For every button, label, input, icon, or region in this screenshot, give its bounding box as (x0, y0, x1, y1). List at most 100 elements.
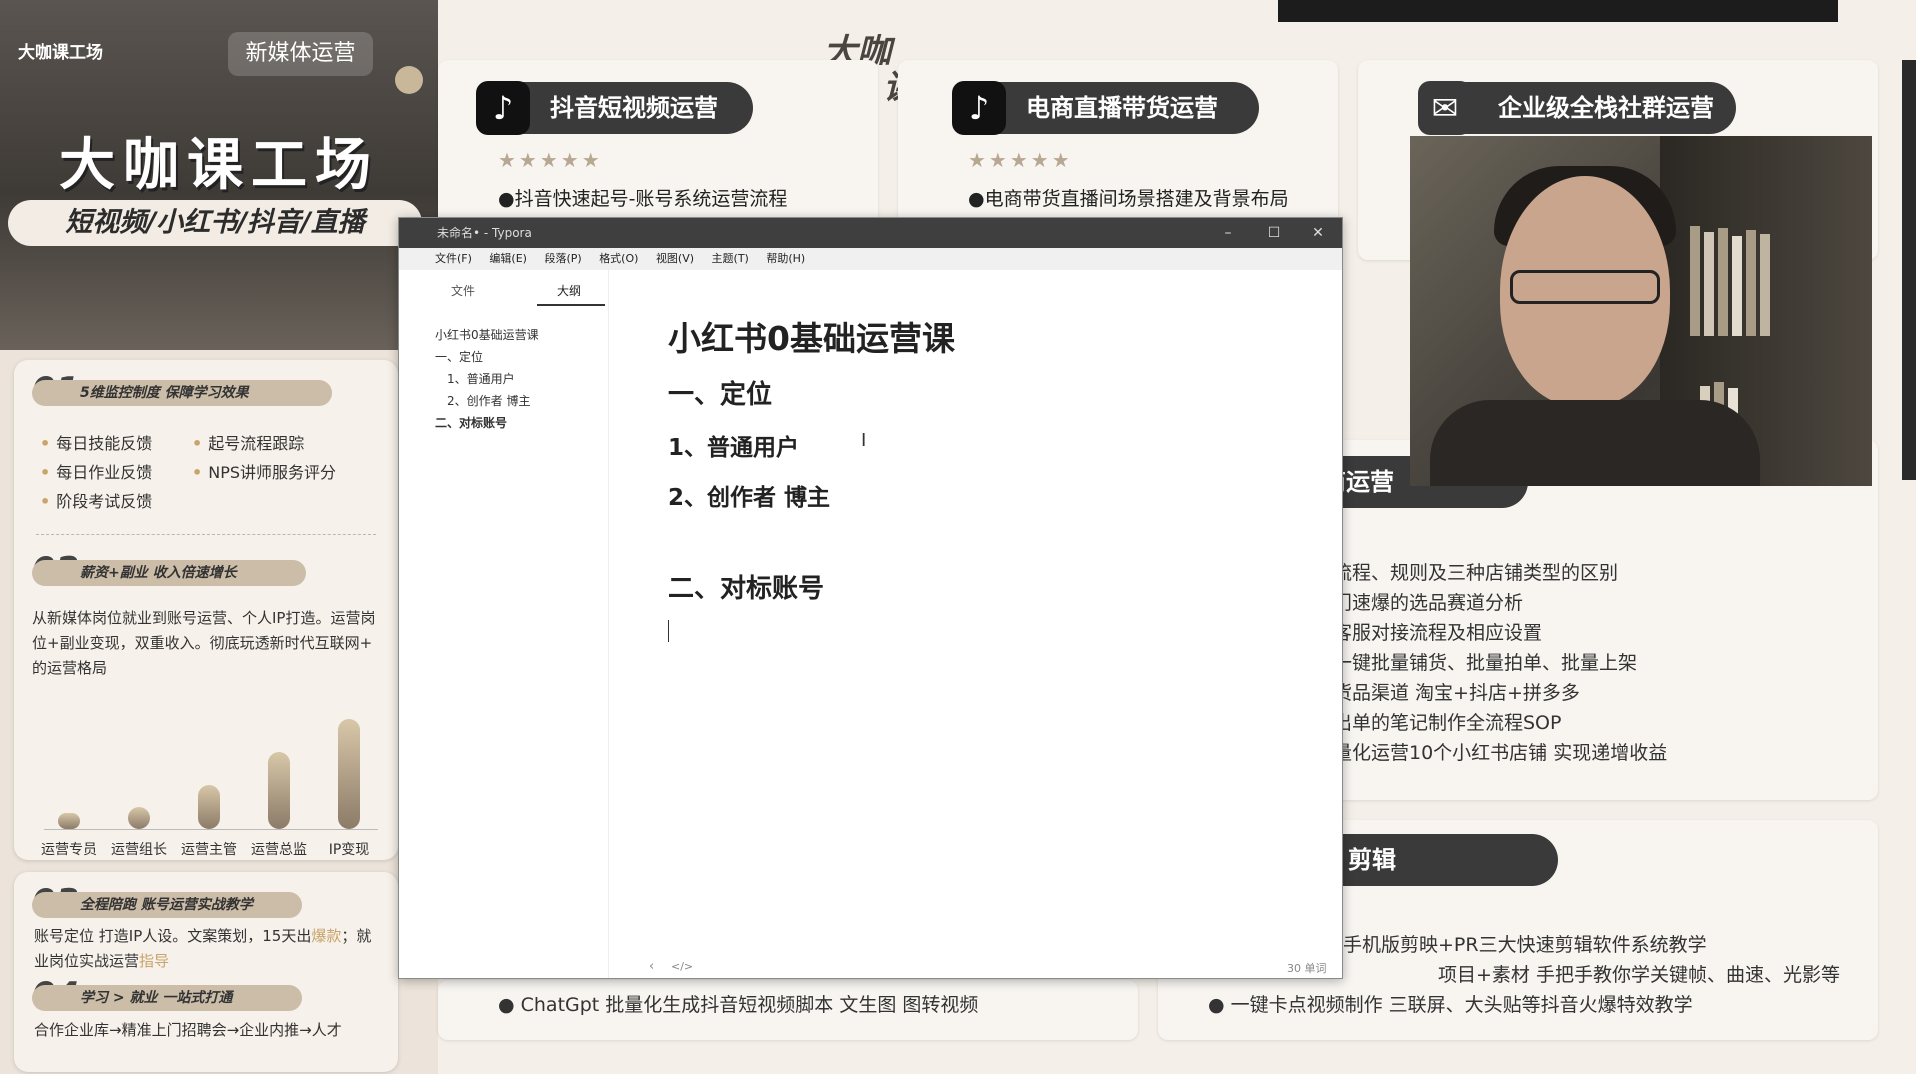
tab-files[interactable]: 文件 (451, 282, 475, 299)
outline-item-active[interactable]: 二、对标账号 (435, 414, 507, 431)
chart-x-label: 运营总监 (251, 842, 307, 858)
maximize-button[interactable]: ☐ (1251, 218, 1297, 248)
book (1690, 226, 1700, 336)
section-tag-label: 学习 > 就业 一站式打通 (80, 990, 233, 1006)
menu-edit[interactable]: 编辑(E) (489, 252, 527, 265)
chart-x-label: IP变现 (328, 842, 370, 858)
active-tab-indicator (537, 304, 605, 306)
rating-stars: ★★★★★ (498, 148, 603, 172)
section-tag: 5维监控制度 保障学习效果 (32, 380, 332, 406)
doc-heading-3[interactable]: 1、普通用户 (668, 428, 799, 462)
toggle-sidebar-icon[interactable]: ‹ (649, 959, 654, 974)
menu-theme[interactable]: 主题(T) (712, 252, 749, 265)
menu-format[interactable]: 格式(O) (599, 252, 638, 265)
list-item: • 阶段考试反馈 (40, 492, 153, 511)
list-item: • 每日作业反馈 (40, 463, 153, 482)
presenter-shirt (1430, 400, 1760, 486)
rating-stars: ★★★★★ (968, 148, 1073, 172)
editor-area[interactable]: 小红书0基础运营课 一、定位 1、普通用户 2、创作者 博主 二、对标账号 I (609, 270, 1342, 954)
list-item: • 每日技能反馈 (40, 434, 153, 453)
edit-title-pill: 剪辑 (1318, 834, 1558, 886)
section-tag: 薪资+副业 收入倍速增长 (32, 560, 306, 586)
chart-bar (198, 785, 220, 829)
list-item: 一键批量铺货、批量拍单、批量上架 (1333, 652, 1638, 674)
source-mode-icon[interactable]: </> (671, 960, 693, 973)
banner-header: 大咖课工场 新媒体运营 大咖课工场 短视频/小红书/抖音/直播 (0, 0, 438, 350)
doc-heading-2[interactable]: 一、定位 (668, 374, 772, 411)
outline-sidebar: 文件 大纲 小红书0基础运营课 一、定位 1、普通用户 2、创作者 博主 二、对… (399, 270, 609, 978)
outline-item[interactable]: 一、定位 (435, 348, 483, 365)
course-point: ●抖音快速起号-账号系统运营流程 (498, 188, 788, 210)
text-cursor (668, 620, 669, 642)
chart-baseline (44, 829, 378, 830)
tiktok-icon: ♪ (952, 81, 1006, 135)
list-item: ● 一键卡点视频制作 三联屏、大头贴等抖音火爆特效教学 (1208, 994, 1693, 1016)
window-title: 未命名• - Typora (437, 226, 532, 240)
minimize-button[interactable]: – (1205, 218, 1251, 248)
left-banner: 大咖课工场 新媒体运营 大咖课工场 短视频/小红书/抖音/直播 01 5维监控制… (0, 0, 438, 1074)
divider (36, 534, 376, 535)
close-button[interactable]: ✕ (1295, 218, 1341, 248)
word-count[interactable]: 30 单词 (1287, 960, 1327, 976)
ecom-list: 流程、规则及三种店铺类型的区别 门速爆的选品赛道分析 客服对接流程及相应设置 一… (1333, 558, 1873, 768)
book (1704, 232, 1714, 336)
outline-item[interactable]: 1、普通用户 (447, 370, 515, 387)
banner-subtitle: 短视频/小红书/抖音/直播 (8, 200, 422, 246)
book (1718, 228, 1728, 336)
outline-item[interactable]: 小红书0基础运营课 (435, 326, 539, 343)
outline-item[interactable]: 2、创作者 博主 (447, 392, 530, 409)
list-item: 量化运营10个小红书店铺 实现递增收益 (1333, 742, 1668, 764)
window-titlebar[interactable]: 未命名• - Typora (399, 218, 1342, 248)
menu-view[interactable]: 视图(V) (656, 252, 694, 265)
book (1760, 234, 1770, 336)
section-text: 从新媒体岗位就业到账号运营、个人IP打造。运营岗位+副业变现，双重收入。彻底玩透… (32, 609, 376, 677)
menu-file[interactable]: 文件(F) (435, 252, 472, 265)
course-title-pill: 企业级全栈社群运营 (1426, 82, 1736, 134)
doc-heading-2[interactable]: 二、对标账号 (668, 568, 824, 605)
brand-logo: 大咖课工场 (18, 43, 103, 63)
list-item: 货品渠道 淘宝+抖店+拼多多 (1333, 682, 1580, 704)
section-tag-label: 薪资+副业 收入倍速增长 (80, 565, 237, 581)
tiktok-icon: ♪ (476, 81, 530, 135)
section-tag-label: 全程陪跑 账号运营实战教学 (80, 897, 253, 913)
doc-heading-3[interactable]: 2、创作者 博主 (668, 478, 830, 512)
book (1746, 230, 1756, 336)
list-item: 项目+素材 手把手教你学关键帧、曲速、光影等 (1438, 964, 1840, 986)
section-tag: 学习 > 就业 一站式打通 (32, 985, 302, 1011)
chart-bar (58, 813, 80, 829)
section-tag-label: 5维监控制度 保障学习效果 (80, 385, 249, 401)
list-item: • 起号流程跟踪 (192, 434, 305, 453)
typora-window[interactable]: 未命名• - Typora – ☐ ✕ 文件(F) 编辑(E) 段落(P) 格式… (398, 217, 1343, 979)
chart-bar (268, 752, 290, 829)
chart-bar (338, 719, 360, 829)
banner-title: 大咖课工场 (59, 133, 379, 198)
section-text: 账号定位 打造IP人设。文案策划，15天出爆款；就业岗位实战运营指导 (34, 927, 372, 970)
menu-help[interactable]: 帮助(H) (766, 252, 805, 265)
section-tag: 全程陪跑 账号运营实战教学 (32, 892, 302, 918)
menu-paragraph[interactable]: 段落(P) (544, 252, 581, 265)
presenter-glasses (1510, 270, 1660, 304)
course-point: ●电商带货直播间场景搭建及背景布局 (968, 188, 1289, 210)
status-bar: ‹ </> 30 单词 (399, 954, 1342, 978)
decor-circle (395, 66, 423, 94)
feature-card-1: 01 5维监控制度 保障学习效果 •每日技能反馈 •起号流程跟踪 •每日作业反馈… (14, 360, 398, 860)
doc-heading-1[interactable]: 小红书0基础运营课 (668, 312, 955, 360)
list-item: ● ChatGpt 批量化生成抖音短视频脚本 文生图 图转视频 (498, 994, 979, 1016)
chart-x-label: 运营专员 (41, 842, 97, 858)
screen-edge-strip (1902, 60, 1916, 480)
menu-bar: 文件(F) 编辑(E) 段落(P) 格式(O) 视图(V) 主题(T) 帮助(H… (399, 248, 1342, 270)
screen-edge-strip (1278, 0, 1838, 22)
mouse-ibeam-icon: I (861, 430, 867, 451)
salary-chart: 运营专员 运营组长 运营主管 运营总监 IP变现 (30, 695, 386, 858)
list-item: 流程、规则及三种店铺类型的区别 (1333, 562, 1619, 584)
list-item: 客服对接流程及相应设置 (1333, 622, 1543, 644)
feature-card-2: 03 全程陪跑 账号运营实战教学 账号定位 打造IP人设。文案策划，15天出爆款… (14, 872, 398, 1072)
chart-x-label: 运营主管 (181, 842, 237, 858)
list-item: 手机版剪映+PR三大快速剪辑软件系统教学 (1343, 934, 1707, 956)
wechat-icon: ✉ (1418, 81, 1472, 135)
section-text: 合作企业库→精准上门招聘会→企业内推→人才 (34, 1021, 342, 1039)
list-item: 门速爆的选品赛道分析 (1333, 592, 1524, 614)
list-item: • NPS讲师服务评分 (192, 463, 337, 482)
chart-bar (128, 807, 150, 829)
tab-outline[interactable]: 大纲 (557, 282, 581, 299)
